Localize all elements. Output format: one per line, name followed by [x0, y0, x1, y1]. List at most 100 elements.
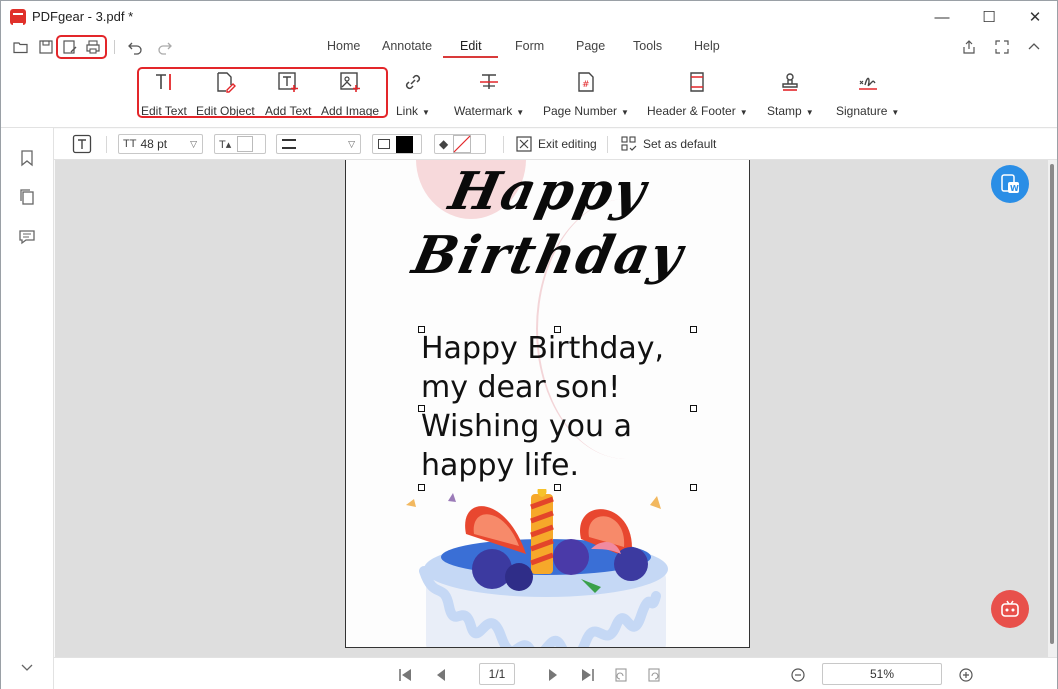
zoom-out-icon[interactable] — [789, 666, 807, 684]
exit-editing-button[interactable]: Exit editing — [516, 134, 597, 154]
stamp-button[interactable]: Stamp ▼ — [767, 71, 814, 123]
ai-assistant-button[interactable] — [991, 590, 1029, 628]
page-indicator[interactable]: 1/1 — [479, 663, 515, 685]
birthday-cake-illustration — [406, 489, 668, 647]
tab-annotate[interactable]: Annotate — [382, 39, 432, 53]
resize-handle[interactable] — [690, 405, 697, 412]
resize-handle[interactable] — [418, 326, 425, 333]
resize-handle[interactable] — [690, 326, 697, 333]
zoom-level-field[interactable]: 51% — [822, 663, 942, 685]
font-size-select[interactable]: TT 48 pt ▽ — [118, 134, 203, 154]
greeting-line: Happy Birthday, — [421, 331, 665, 366]
page-number-button[interactable]: # Page Number ▼ — [543, 71, 629, 123]
close-button[interactable]: ✕ — [1012, 1, 1058, 33]
fill-color-picker[interactable]: ◆ — [434, 134, 486, 154]
svg-text:W: W — [1010, 184, 1019, 193]
text-box-icon — [72, 134, 92, 154]
link-label: Link ▼ — [396, 104, 430, 118]
undo-icon[interactable] — [125, 38, 145, 56]
stamp-icon — [782, 73, 798, 91]
fill-bucket-icon: ◆ — [439, 137, 449, 151]
document-canvas: Happy Birthday Happy Birthday, my dear s… — [55, 160, 1057, 657]
previous-page-icon[interactable] — [432, 666, 450, 684]
rotate-left-icon[interactable] — [612, 666, 630, 684]
title-happy: Happy — [444, 161, 653, 222]
set-default-button[interactable]: Set as default — [621, 134, 716, 154]
text-color-swatch — [237, 136, 254, 152]
edit-tools-highlight — [137, 67, 388, 118]
greeting-line: my dear son! — [421, 370, 621, 405]
status-bar: 1/1 51% — [54, 657, 1057, 689]
resize-handle[interactable] — [690, 484, 697, 491]
signature-icon — [858, 77, 877, 90]
maximize-button[interactable]: ☐ — [966, 1, 1012, 33]
zoom-in-icon[interactable] — [957, 666, 975, 684]
fullscreen-icon[interactable] — [992, 38, 1012, 56]
pdfgear-logo-icon — [10, 9, 26, 25]
line-style-icon — [282, 139, 296, 149]
format-toolbar: TT 48 pt ▽ T▴ ▽ ◆ Exit editing Set as de… — [54, 129, 1057, 160]
watermark-icon — [480, 74, 499, 89]
next-page-icon[interactable] — [544, 666, 562, 684]
border-color-icon — [378, 139, 390, 149]
last-page-icon[interactable] — [579, 666, 597, 684]
vertical-scrollbar[interactable] — [1048, 160, 1057, 657]
font-size-value: 48 pt — [140, 137, 168, 151]
watermark-label: Watermark ▼ — [454, 104, 525, 118]
side-panel — [1, 128, 54, 689]
text-color-icon: T▴ — [219, 138, 232, 151]
bookmark-icon[interactable] — [18, 149, 36, 167]
minimize-button[interactable]: — — [919, 1, 965, 33]
tab-form[interactable]: Form — [515, 39, 544, 53]
divider — [114, 40, 115, 54]
active-tab-indicator — [443, 56, 498, 58]
border-color-picker[interactable] — [372, 134, 422, 154]
set-default-label: Set as default — [643, 137, 717, 151]
stamp-label: Stamp ▼ — [767, 104, 814, 118]
resize-handle[interactable] — [418, 405, 425, 412]
exit-editing-label: Exit editing — [538, 137, 597, 151]
tab-home[interactable]: Home — [327, 39, 360, 53]
collapse-ribbon-icon[interactable] — [1024, 38, 1044, 56]
font-size-icon: TT — [123, 138, 137, 150]
no-fill-icon — [453, 135, 472, 153]
pdf-page: Happy Birthday Happy Birthday, my dear s… — [345, 160, 750, 648]
save-print-highlight — [56, 35, 107, 59]
title-birthday: Birthday — [407, 225, 690, 286]
page-number-icon: # — [578, 72, 594, 92]
resize-handle[interactable] — [554, 326, 561, 333]
text-color-picker[interactable]: T▴ — [214, 134, 266, 154]
border-color-swatch — [396, 135, 413, 153]
app-window: PDFgear - 3.pdf * — ☐ ✕ Home Annotate Edi… — [0, 0, 1058, 689]
rotate-right-icon[interactable] — [645, 666, 663, 684]
tab-edit[interactable]: Edit — [460, 39, 482, 53]
convert-to-word-button[interactable]: W — [991, 165, 1029, 203]
tab-help[interactable]: Help — [694, 39, 720, 53]
signature-button[interactable]: Signature ▼ — [836, 71, 899, 123]
robot-icon — [1001, 600, 1019, 617]
expand-panel-icon[interactable] — [18, 658, 36, 676]
first-page-icon[interactable] — [396, 666, 414, 684]
header-footer-icon — [690, 72, 705, 92]
tab-page[interactable]: Page — [576, 39, 605, 53]
text-box-tool[interactable] — [72, 134, 92, 154]
open-folder-icon[interactable] — [11, 38, 31, 56]
save-icon[interactable] — [36, 38, 56, 56]
redo-icon[interactable] — [155, 38, 175, 56]
svg-text:#: # — [582, 80, 590, 90]
tab-tools[interactable]: Tools — [633, 39, 662, 53]
chevron-down-icon: ▽ — [348, 138, 355, 149]
share-icon[interactable] — [959, 38, 979, 56]
exit-icon — [516, 136, 532, 152]
greeting-line: Wishing you a — [421, 409, 632, 444]
thumbnails-icon[interactable] — [18, 188, 36, 206]
line-style-select[interactable]: ▽ — [276, 134, 361, 154]
link-button[interactable]: Link ▼ — [396, 71, 430, 123]
header-footer-button[interactable]: Header & Footer ▼ — [647, 71, 748, 123]
greeting-text-box[interactable]: Happy Birthday, my dear son! Wishing you… — [421, 329, 696, 485]
window-title: PDFgear - 3.pdf * — [32, 9, 134, 24]
scrollbar-thumb[interactable] — [1050, 164, 1054, 644]
watermark-button[interactable]: Watermark ▼ — [454, 71, 524, 123]
comments-icon[interactable] — [18, 228, 36, 246]
chevron-down-icon: ▽ — [190, 138, 197, 149]
